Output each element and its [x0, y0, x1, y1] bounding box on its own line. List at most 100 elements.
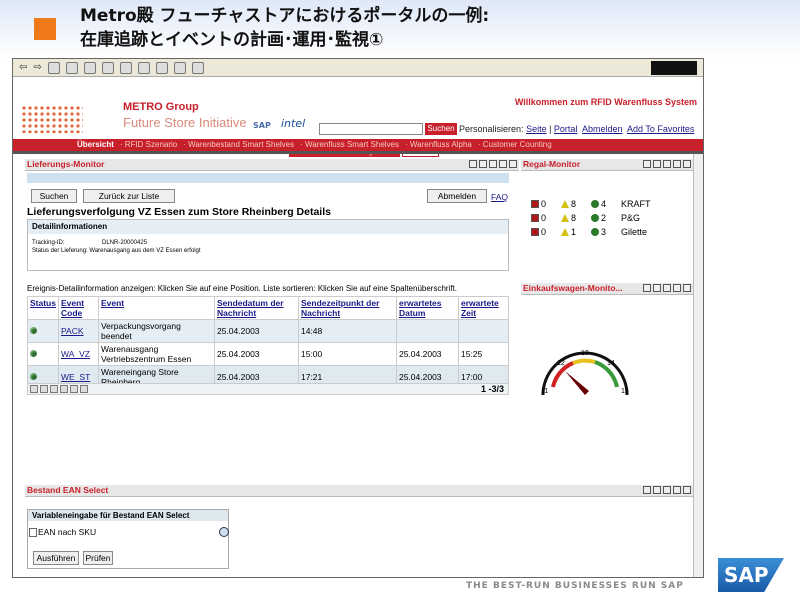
send-date-cell: 25.04.2003: [213, 342, 299, 366]
regal-panel-title: Regal-Monitor: [523, 159, 581, 169]
col-expected-date[interactable]: erwartetes Datum: [395, 296, 459, 320]
link-add-favorites[interactable]: Add To Favorites: [627, 124, 694, 134]
history-icon[interactable]: [137, 61, 150, 74]
yellow-count: 8: [571, 213, 577, 223]
event-code-link[interactable]: WE_ST: [61, 372, 90, 382]
help-icon[interactable]: [219, 527, 229, 537]
status-ok-icon: [30, 373, 37, 380]
search-input[interactable]: [319, 123, 423, 135]
check-button[interactable]: Prüfen: [83, 551, 113, 565]
ean-item-label: EAN nach SKU: [38, 527, 97, 537]
favorites-icon[interactable]: [119, 61, 132, 74]
event-code-link[interactable]: WA_VZ: [61, 349, 90, 359]
prev-page-icon[interactable]: [50, 385, 58, 393]
nav-warenfluss-shelves[interactable]: Warenfluss Smart Shelves: [305, 140, 399, 149]
col-send-date[interactable]: Sendedatum der Nachricht: [213, 296, 299, 320]
send-time-cell: 14:48: [297, 319, 397, 343]
table-row[interactable]: WA_VZ Warenausgang Vertriebszentrum Esse…: [27, 342, 510, 366]
browser-toolbar: ⇦ ⇨: [13, 59, 703, 77]
panel-menu-icon[interactable]: [643, 284, 651, 292]
panel-menu-icon[interactable]: [469, 160, 477, 168]
list-item[interactable]: 0 1 3 Gilette: [531, 225, 681, 239]
panel-min-icon[interactable]: [653, 284, 661, 292]
next-page-icon[interactable]: [60, 385, 68, 393]
print-icon[interactable]: [173, 61, 186, 74]
panel-menu-icon[interactable]: [643, 486, 651, 494]
panel-edit-icon[interactable]: [673, 284, 681, 292]
col-status[interactable]: Status: [27, 296, 59, 320]
col-expected-time[interactable]: erwartete Zeit: [457, 296, 510, 320]
sap-logo: SAP: [718, 558, 784, 592]
slide-title: Metro殿 フューチャストアにおけるポータルの一例: 在庫追跡とイベントの計画…: [80, 4, 489, 52]
brand-label: KRAFT: [621, 199, 651, 209]
slide-header: Metro殿 フューチャストアにおけるポータルの一例: 在庫追跡とイベントの計画…: [0, 0, 800, 58]
warning-icon: [561, 228, 569, 236]
sub-navigation: Übersicht · RFID Szenario · Warenbestand S…: [13, 139, 703, 151]
panel-max-icon[interactable]: [489, 160, 497, 168]
welcome-text: Willkommen zum RFID Warenfluss System: [514, 97, 697, 107]
browser-window: ⇦ ⇨ METRO Group Future Store Initiative …: [12, 58, 704, 578]
nav-warenbestand[interactable]: Warenbestand Smart Shelves: [188, 140, 294, 149]
regal-list: 0 8 4 KRAFT 0 8 2 P&G 0 1 3 Gilette: [531, 197, 681, 239]
vertical-scrollbar[interactable]: [693, 154, 703, 577]
forward-icon[interactable]: ⇨: [33, 62, 41, 73]
link-seite[interactable]: Seite: [526, 124, 547, 134]
nav-rfid-szenario[interactable]: RFID Szenario: [125, 140, 177, 149]
back-to-list-button[interactable]: Zurück zur Liste: [83, 189, 175, 203]
tracking-value: DLNR-20000425: [102, 240, 148, 246]
sap-mark: SAP: [253, 121, 271, 130]
link-portal[interactable]: Portal: [554, 124, 578, 134]
home-icon[interactable]: [83, 61, 96, 74]
run-button[interactable]: Ausführen: [33, 551, 79, 565]
panel-menu-icon[interactable]: [643, 160, 651, 168]
panel-min-icon[interactable]: [653, 160, 661, 168]
panel-max-icon[interactable]: [663, 284, 671, 292]
panel-close-icon[interactable]: [683, 486, 691, 494]
list-item[interactable]: 0 8 4 KRAFT: [531, 197, 681, 211]
panel-max-icon[interactable]: [663, 486, 671, 494]
nav-warenfluss-alpha[interactable]: Warenfluss Alpha: [410, 140, 472, 149]
personalize-label: Personalisieren:: [459, 124, 524, 134]
panel-close-icon[interactable]: [683, 160, 691, 168]
panel-edit-icon[interactable]: [673, 160, 681, 168]
nav-customer-counting[interactable]: Customer Counting: [483, 140, 552, 149]
search-button[interactable]: Suchen: [425, 123, 457, 135]
first-page-icon[interactable]: [30, 385, 38, 393]
back-icon[interactable]: ⇦: [19, 62, 27, 73]
next-block-icon[interactable]: [70, 385, 78, 393]
ean-item[interactable]: EAN nach SKU: [29, 527, 97, 538]
panel-close-icon[interactable]: [683, 284, 691, 292]
table-pager: 1 -3/3: [27, 383, 509, 395]
intel-mark: intel: [281, 117, 306, 130]
panel-edit-icon[interactable]: [673, 486, 681, 494]
lieferung-panel-title: Lieferungs-Monitor: [27, 159, 105, 169]
mail-icon[interactable]: [155, 61, 168, 74]
status-ok-icon: [30, 327, 37, 334]
nav-uebersicht[interactable]: Übersicht: [77, 140, 114, 149]
edit-icon[interactable]: [191, 61, 204, 74]
panel-min-icon[interactable]: [653, 486, 661, 494]
col-event[interactable]: Event: [97, 296, 215, 320]
logout-button[interactable]: Abmelden: [427, 189, 487, 203]
search-icon[interactable]: [101, 61, 114, 74]
col-event-code[interactable]: Event Code: [57, 296, 99, 320]
gauge-label-12: 12: [557, 360, 565, 367]
last-page-icon[interactable]: [80, 385, 88, 393]
table-row[interactable]: PACK Verpackungsvorgang beendet 25.04.20…: [27, 319, 510, 343]
panel-min-icon[interactable]: [479, 160, 487, 168]
list-item[interactable]: 0 8 2 P&G: [531, 211, 681, 225]
panel-edit-icon[interactable]: [499, 160, 507, 168]
search-list-button[interactable]: Suchen: [31, 189, 77, 203]
col-send-time[interactable]: Sendezeitpunkt der Nachricht: [297, 296, 397, 320]
document-icon: [29, 528, 37, 538]
green-status-icon: [591, 200, 599, 208]
stop-icon[interactable]: [47, 61, 60, 74]
link-abmelden[interactable]: Abmelden: [582, 124, 623, 134]
event-cell: Verpackungsvorgang beendet: [97, 319, 215, 343]
panel-close-icon[interactable]: [509, 160, 517, 168]
panel-max-icon[interactable]: [663, 160, 671, 168]
prev-block-icon[interactable]: [40, 385, 48, 393]
event-code-link[interactable]: PACK: [61, 326, 84, 336]
faq-link[interactable]: FAQ: [491, 192, 508, 202]
refresh-icon[interactable]: [65, 61, 78, 74]
